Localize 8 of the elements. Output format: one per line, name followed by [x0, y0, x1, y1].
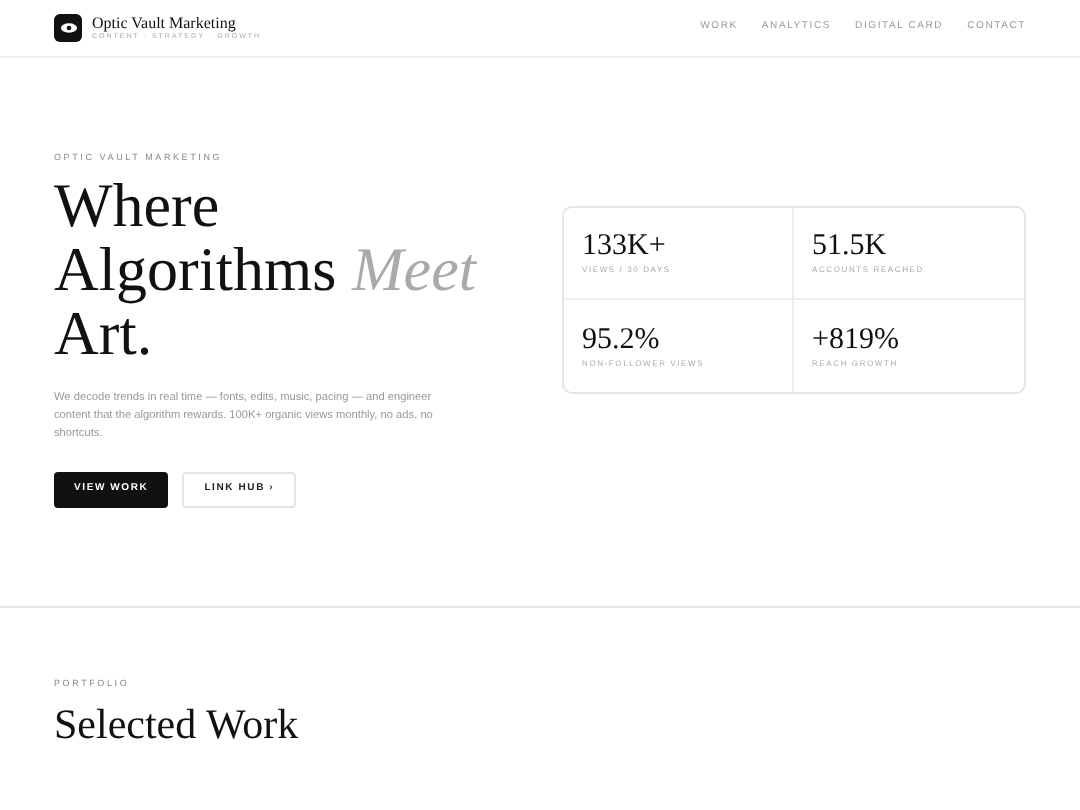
stat-value: 133K+	[582, 230, 668, 262]
eye-logo-icon	[54, 14, 82, 42]
brand-name: Optic Vault Marketing	[92, 15, 238, 32]
stat-value: +819%	[812, 323, 901, 355]
hero-headline: Where Algorithms Meet Art.	[54, 173, 479, 366]
section-title: Selected Work	[54, 699, 301, 748]
stat-value: 51.5K	[812, 230, 889, 262]
stat-value: 95.2%	[582, 323, 662, 355]
